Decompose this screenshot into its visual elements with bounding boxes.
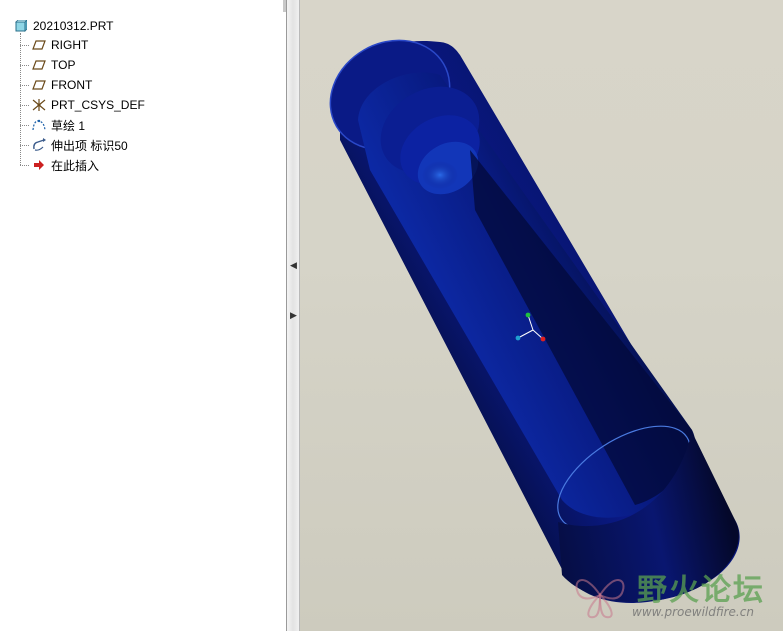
tree-item-front[interactable]: FRONT <box>30 76 92 94</box>
graphics-viewport[interactable]: 野火论坛 www.proewildfire.cn <box>300 0 783 631</box>
tree-item-label: RIGHT <box>51 38 89 52</box>
extrude-icon <box>30 137 48 153</box>
tree-item-insert-here[interactable]: 在此插入 <box>30 156 99 174</box>
watermark-title: 野火论坛 <box>637 573 765 608</box>
insert-here-arrow-icon <box>30 157 48 173</box>
tree-item-label: 在此插入 <box>51 158 100 173</box>
watermark-url: www.proewildfire.cn <box>632 605 754 619</box>
chevron-left-icon[interactable]: ◀ <box>290 260 297 271</box>
tree-guide-branch <box>20 125 29 126</box>
chevron-right-icon[interactable]: ▶ <box>290 310 297 321</box>
datum-plane-icon <box>30 37 48 53</box>
tree-guide-branch <box>20 45 29 46</box>
tree-item-label: FRONT <box>51 78 93 92</box>
tree-item-label: PRT_CSYS_DEF <box>51 98 145 112</box>
tree-guide-branch <box>20 105 29 106</box>
sketch-icon <box>30 117 48 133</box>
tree-root-label: 20210312.PRT <box>33 19 114 33</box>
tree-guide-branch <box>20 165 29 166</box>
tree-item-label: 伸出项 标识50 <box>51 138 128 153</box>
part-icon <box>12 18 30 34</box>
tree-item-right[interactable]: RIGHT <box>30 36 88 54</box>
tree-item-label: TOP <box>51 58 76 72</box>
tree-guide-branch <box>20 85 29 86</box>
tree-guide-branch <box>20 65 29 66</box>
tree-item-top[interactable]: TOP <box>30 56 75 74</box>
scrollbar-edge[interactable] <box>283 0 286 12</box>
panel-splitter[interactable]: ◀ ▶ <box>287 0 300 631</box>
tree-item-label: 草绘 1 <box>51 118 86 133</box>
tree-item-sketch-1[interactable]: 草绘 1 <box>30 116 85 134</box>
cylinder-model[interactable] <box>300 0 783 631</box>
coordinate-system-icon <box>30 97 48 113</box>
datum-plane-icon <box>30 77 48 93</box>
forum-watermark: 野火论坛 www.proewildfire.cn <box>570 563 775 625</box>
tree-item-extrude[interactable]: 伸出项 标识50 <box>30 136 128 154</box>
model-tree-panel: 20210312.PRT RIGHT TOP FRONT PRT_CSYS_DE… <box>0 0 287 631</box>
butterfly-logo-icon <box>575 579 625 619</box>
tree-root-part[interactable]: 20210312.PRT <box>12 17 114 35</box>
tree-item-prt-csys-def[interactable]: PRT_CSYS_DEF <box>30 96 145 114</box>
tree-guide-branch <box>20 145 29 146</box>
datum-plane-icon <box>30 57 48 73</box>
